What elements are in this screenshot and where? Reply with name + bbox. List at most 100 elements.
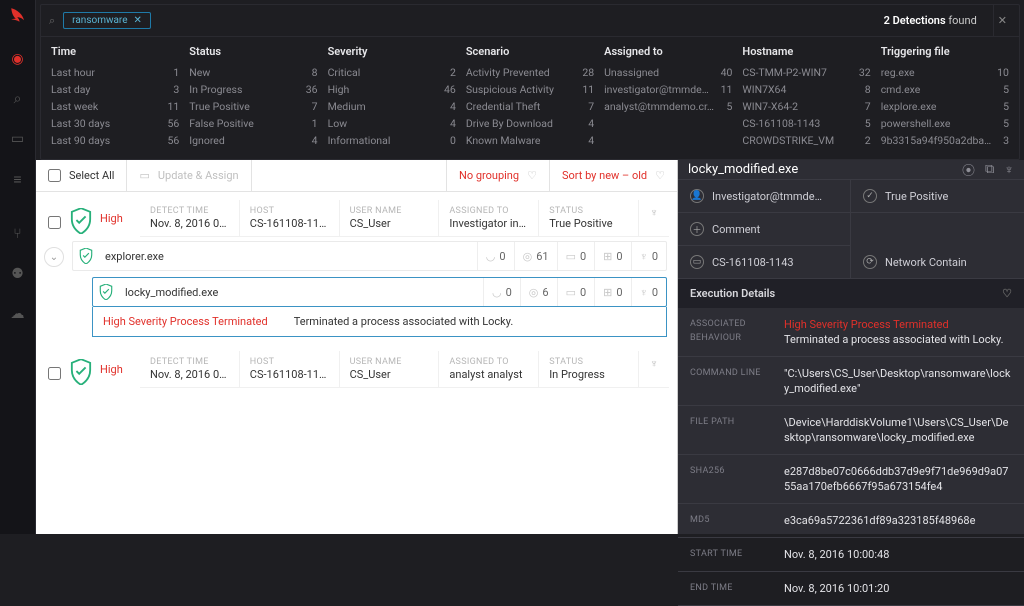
facet-row[interactable]: Last 90 days56 bbox=[51, 132, 179, 149]
nav-search-icon[interactable]: ⌕ bbox=[14, 91, 22, 107]
facet-row[interactable]: Informational0 bbox=[328, 132, 456, 149]
facet-row[interactable]: powershell.exe5 bbox=[881, 115, 1009, 132]
process-name: locky_modified.exe bbox=[119, 286, 483, 299]
inspect-icon[interactable]: ⦿ bbox=[962, 160, 975, 179]
start-time: Nov. 8, 2016 10:00:48 bbox=[784, 547, 1012, 562]
facet-row[interactable]: Last week11 bbox=[51, 98, 179, 115]
search-chip[interactable]: ransomware ✕ bbox=[63, 12, 151, 29]
process-row[interactable]: explorer.exe◡0◎61▭0⊞0♆0 bbox=[72, 241, 667, 271]
shield-icon bbox=[68, 206, 94, 236]
close-filter-icon[interactable]: ✕ bbox=[993, 5, 1011, 36]
tree-icon[interactable]: ♆ bbox=[1004, 162, 1014, 178]
facet-row[interactable]: In Progress36 bbox=[189, 81, 317, 98]
search-chip-text: ransomware bbox=[72, 15, 127, 26]
proc-stat: ♆0 bbox=[631, 277, 666, 307]
shield-icon bbox=[68, 357, 94, 387]
severity-badge: High bbox=[100, 212, 140, 225]
select-all-checkbox[interactable] bbox=[48, 169, 61, 182]
assignee-action[interactable]: 👤Investigator@tmmde… bbox=[678, 180, 851, 213]
detection-checkbox[interactable] bbox=[48, 216, 61, 229]
nav-monitor-icon[interactable]: ▭ bbox=[11, 131, 24, 147]
detection-card: HighDETECT TIMENov. 8, 2016 09:58:45HOST… bbox=[36, 192, 677, 237]
shield-mini-icon bbox=[93, 284, 119, 300]
proc-stat: ⊞0 bbox=[594, 277, 630, 307]
facet-row[interactable]: investigator@tmmde…11 bbox=[604, 81, 732, 98]
expand-toggle[interactable]: ⌄ bbox=[44, 247, 64, 267]
grouping-select[interactable]: No grouping♡ bbox=[447, 160, 550, 191]
process-tree-icon[interactable]: ♆ bbox=[639, 351, 669, 387]
copy-icon[interactable]: ⧉ bbox=[985, 162, 994, 177]
facet-row[interactable]: Known Malware4 bbox=[466, 132, 594, 149]
process-tree-icon[interactable]: ♆ bbox=[639, 200, 669, 236]
facet-row[interactable]: Ignored4 bbox=[189, 132, 317, 149]
facet-row[interactable]: Last 30 days56 bbox=[51, 115, 179, 132]
verdict-action[interactable]: ✓True Positive bbox=[851, 180, 1024, 213]
facet-row[interactable]: Last hour1 bbox=[51, 64, 179, 81]
collapse-icon[interactable]: ♡ bbox=[1002, 287, 1012, 300]
update-assign-button[interactable]: ▭Update & Assign bbox=[127, 160, 251, 191]
facet-row[interactable]: reg.exe10 bbox=[881, 64, 1009, 81]
process-row[interactable]: locky_modified.exe◡0◎6▭0⊞0♆0 bbox=[92, 277, 667, 307]
facet-row[interactable]: Credential Theft7 bbox=[466, 98, 594, 115]
facet-row[interactable]: Activity Prevented28 bbox=[466, 64, 594, 81]
facet-severity: Severity Critical2High46Medium4Low4Inform… bbox=[328, 45, 456, 149]
facet-row[interactable]: High46 bbox=[328, 81, 456, 98]
facet-row[interactable]: Drive By Download4 bbox=[466, 115, 594, 132]
severity-badge: High bbox=[100, 363, 140, 376]
app-logo-icon bbox=[9, 6, 27, 27]
facet-row[interactable]: cmd.exe5 bbox=[881, 81, 1009, 98]
sort-select[interactable]: Sort by new – old♡ bbox=[550, 160, 677, 191]
facet-row[interactable]: Last day3 bbox=[51, 81, 179, 98]
proc-stat: ⊞0 bbox=[594, 241, 630, 271]
select-all-button[interactable]: Select All bbox=[36, 160, 127, 191]
end-time: Nov. 8, 2016 10:01:20 bbox=[784, 581, 1012, 596]
list-toolbar: Select All ▭Update & Assign No grouping♡… bbox=[36, 160, 677, 192]
proc-stat: ▭0 bbox=[557, 241, 595, 271]
facet-title: Time bbox=[51, 45, 179, 58]
nav-users-icon[interactable]: ⚉ bbox=[11, 266, 24, 282]
facet-row[interactable]: lexplore.exe5 bbox=[881, 98, 1009, 115]
facet-row[interactable]: CS-161108-11435 bbox=[742, 115, 870, 132]
host-action[interactable]: ▭CS-161108-1143 bbox=[678, 246, 851, 279]
facet-row[interactable]: Suspicious Activity11 bbox=[466, 81, 594, 98]
detail-title: locky_modified.exe bbox=[688, 162, 798, 177]
facet-status: StatusNew8In Progress36True Positive7Fal… bbox=[189, 45, 317, 149]
facet-row[interactable]: Medium4 bbox=[328, 98, 456, 115]
facet-row[interactable]: WIN7-X64-27 bbox=[742, 98, 870, 115]
facet-time: Time Last hour1Last day3Last week11Last 3… bbox=[51, 45, 179, 149]
facet-row[interactable]: WIN7X648 bbox=[742, 81, 870, 98]
facet-row[interactable]: True Positive7 bbox=[189, 98, 317, 115]
proc-stat: ◎6 bbox=[520, 277, 557, 307]
facet-title: Severity bbox=[328, 45, 456, 58]
facet-hostname: HostnameCS-TMM-P2-WIN732WIN7X648WIN7-X64… bbox=[742, 45, 870, 149]
facet-row[interactable]: analyst@tmmdemo.cr…5 bbox=[604, 98, 732, 115]
facet-row[interactable]: CS-TMM-P2-WIN732 bbox=[742, 64, 870, 81]
file-path: \Device\HarddiskVolume1\Users\CS_User\De… bbox=[784, 415, 1012, 445]
facet-row[interactable]: False Positive1 bbox=[189, 115, 317, 132]
facet-row[interactable]: Low4 bbox=[328, 115, 456, 132]
execution-details-header: Execution Details♡ bbox=[678, 279, 1024, 308]
facet-title: Triggering file bbox=[881, 45, 1009, 58]
search-bar: ⌕ ransomware ✕ 2 Detections found ✕ bbox=[41, 5, 1019, 37]
facet-row[interactable]: 9b3315a94f950a2dba…3 bbox=[881, 132, 1009, 149]
nav-branch-icon[interactable]: ⑂ bbox=[13, 226, 21, 242]
proc-stat: ◡0 bbox=[477, 241, 514, 271]
chip-remove-icon[interactable]: ✕ bbox=[134, 15, 142, 26]
facet-row[interactable]: Critical2 bbox=[328, 64, 456, 81]
nav-cloud-icon[interactable]: ☁ bbox=[11, 306, 25, 322]
network-contain-action[interactable]: ⟳Network Contain bbox=[851, 246, 1024, 279]
detection-checkbox[interactable] bbox=[48, 367, 61, 380]
facet-row[interactable]: Unassigned40 bbox=[604, 64, 732, 81]
assoc-desc: Terminated a process associated with Loc… bbox=[784, 333, 1004, 346]
facet-row[interactable]: CROWDSTRIKE_VM2 bbox=[742, 132, 870, 149]
facet-row[interactable]: New8 bbox=[189, 64, 317, 81]
facet-scenario: Scenario Activity Prevented28Suspicious A… bbox=[466, 45, 594, 149]
comment-action[interactable]: ＋Comment bbox=[678, 213, 851, 246]
assoc-title: High Severity Process Terminated bbox=[784, 318, 949, 331]
detections-count: 2 Detections found bbox=[884, 14, 977, 27]
nav-filters-icon[interactable]: ≡ bbox=[13, 171, 21, 188]
facet-trigfile: Triggering file reg.exe10cmd.exe5lexplore… bbox=[881, 45, 1009, 149]
facet-title: Assigned to bbox=[604, 45, 732, 58]
facet-title: Scenario bbox=[466, 45, 594, 58]
nav-activity-icon[interactable]: ◉ bbox=[11, 51, 23, 67]
